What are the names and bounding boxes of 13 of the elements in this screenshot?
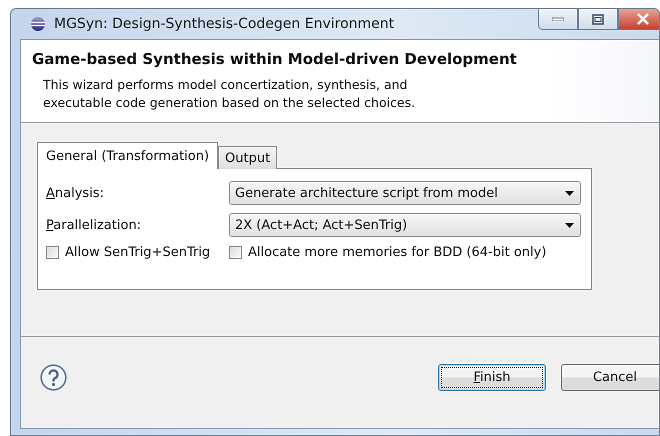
tab[interactable]: Output: [218, 146, 278, 169]
checkbox-label: Allocate more memories for BDD (64-bit only): [248, 245, 546, 260]
dialog-button[interactable]: Finish: [438, 364, 546, 391]
field-label: Analysis:: [46, 186, 104, 200]
window-title: MGSyn: Design-Synthesis-Codegen Environment: [54, 16, 394, 32]
field-label: Parallelization:: [46, 218, 142, 232]
dropdown[interactable]: Generate architecture script from model: [229, 181, 581, 205]
wizard-description: This wizard performs model concertization, synthesis, and executable code generation based on the selected choices.: [43, 76, 416, 112]
tab[interactable]: General (Transformation): [37, 142, 218, 169]
checkbox-label: Allow SenTrig+SenTrig: [65, 245, 210, 260]
wizard-title: Game-based Synthesis within Model-driven Development: [32, 50, 518, 68]
dropdown[interactable]: 2X (Act+Act; Act+SenTrig): [229, 213, 581, 237]
dialog-button[interactable]: Cancel: [561, 364, 659, 391]
